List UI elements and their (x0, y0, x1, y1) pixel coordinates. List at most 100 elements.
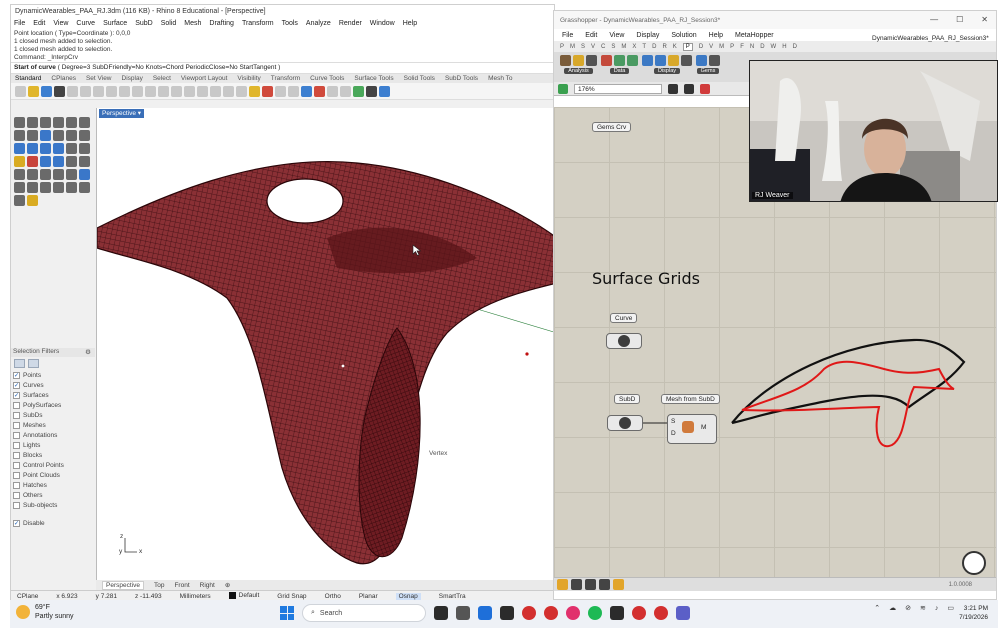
category-tab[interactable]: M (570, 44, 575, 50)
acrobat-icon[interactable] (632, 606, 646, 620)
gh-menu-help[interactable]: Help (709, 32, 723, 39)
disable-icon[interactable] (571, 579, 582, 590)
copilot-icon[interactable] (478, 606, 492, 620)
rhino-icon[interactable] (610, 606, 624, 620)
osnap-icon[interactable] (340, 85, 351, 97)
menu-mesh[interactable]: Mesh (184, 20, 201, 27)
menu-render[interactable]: Render (339, 20, 362, 27)
weather-widget[interactable]: 69°F Partly sunny (16, 603, 74, 621)
menu-curve[interactable]: Curve (76, 20, 95, 27)
fillet-icon[interactable] (53, 156, 64, 167)
gh-menu-display[interactable]: Display (636, 32, 659, 39)
array-icon[interactable] (14, 182, 25, 193)
tab-display[interactable]: Display (122, 75, 143, 82)
preview-mode-icon[interactable] (668, 83, 678, 94)
filter-mode-icon[interactable] (14, 359, 25, 368)
status-smarttrack[interactable]: SmartTra (439, 593, 466, 600)
checkbox[interactable]: ✓ (13, 371, 20, 379)
split-icon[interactable] (79, 156, 90, 167)
rectangle-icon[interactable] (14, 130, 25, 141)
mesh-model[interactable] (97, 108, 556, 580)
close-icon[interactable]: ✕ (981, 15, 988, 24)
filter-item[interactable]: SubDs (11, 410, 95, 420)
shaded-icon[interactable] (288, 85, 299, 97)
prompt-options[interactable]: ( Degree=3 SubDFriendly=No Knots=Chord P… (58, 64, 281, 71)
filter-disable[interactable]: ✓ Disable (11, 518, 95, 528)
status-ortho[interactable]: Ortho (325, 593, 341, 600)
display-mode-icon[interactable] (275, 85, 286, 97)
category-tab[interactable]: H (782, 44, 786, 50)
minimize-icon[interactable]: — (930, 15, 938, 24)
gems-tool-icon[interactable] (696, 55, 707, 66)
filter-item[interactable]: Meshes (11, 420, 95, 430)
explode-icon[interactable] (27, 169, 38, 180)
box-icon[interactable] (14, 143, 25, 154)
category-tab[interactable]: D (793, 44, 797, 50)
cloud-icon[interactable]: ☁ (889, 604, 896, 612)
filter-item[interactable]: Blocks (11, 450, 95, 460)
display-tool-icon[interactable] (668, 55, 679, 66)
filter-item[interactable]: Sub-objects (11, 500, 95, 510)
select-icon[interactable] (14, 117, 25, 128)
menu-solid[interactable]: Solid (161, 20, 177, 27)
tab-standard[interactable]: Standard (15, 75, 41, 82)
menu-window[interactable]: Window (370, 20, 395, 27)
viewport-tab-right[interactable]: Right (200, 582, 215, 589)
category-tab[interactable]: V (709, 44, 713, 50)
category-tab[interactable]: D (699, 44, 703, 50)
save-icon[interactable] (41, 85, 52, 97)
checkbox[interactable] (13, 421, 20, 429)
category-tab[interactable]: V (591, 44, 595, 50)
gh-menu-edit[interactable]: Edit (585, 32, 597, 39)
category-tab[interactable]: S (581, 44, 585, 50)
mute-icon[interactable]: ⊘ (905, 604, 911, 612)
filter-item[interactable]: PolySurfaces (11, 400, 95, 410)
surface-icon[interactable] (40, 130, 51, 141)
filter-item[interactable]: ✓ Curves (11, 380, 95, 390)
checkmark-icon[interactable] (66, 182, 77, 193)
status-units[interactable]: Millimeters (180, 593, 211, 600)
status-planar[interactable]: Planar (359, 593, 378, 600)
light-icon[interactable] (249, 85, 260, 97)
tab-visibility[interactable]: Visibility (237, 75, 260, 82)
network-icon[interactable] (79, 143, 90, 154)
viewport-tab-top[interactable]: Top (154, 582, 164, 589)
join-icon[interactable] (14, 169, 25, 180)
menu-analyze[interactable]: Analyze (306, 20, 331, 27)
bulb-icon[interactable] (557, 579, 568, 590)
category-tab[interactable]: X (632, 44, 636, 50)
gumball-icon[interactable] (27, 195, 38, 206)
filter-item[interactable]: Others (11, 490, 95, 500)
category-tab[interactable]: T (642, 44, 646, 50)
checkbox[interactable] (13, 471, 20, 479)
import-icon[interactable] (67, 85, 78, 97)
analyze-icon[interactable] (53, 182, 64, 193)
checkbox[interactable] (13, 491, 20, 499)
chevron-up-icon[interactable]: ⌃ (874, 604, 880, 612)
category-tab[interactable]: K (673, 44, 677, 50)
filter-item[interactable]: Hatches (11, 480, 95, 490)
gh-menu-view[interactable]: View (609, 32, 624, 39)
rendered-icon[interactable] (301, 85, 312, 97)
point-icon[interactable] (27, 117, 38, 128)
checkbox[interactable]: ✓ (13, 519, 20, 527)
menu-edit[interactable]: Edit (33, 20, 45, 27)
pdf-icon[interactable] (654, 606, 668, 620)
bake-icon[interactable] (585, 579, 596, 590)
tab-curve-tools[interactable]: Curve Tools (310, 75, 344, 82)
undo-icon[interactable] (119, 85, 130, 97)
display-tool-icon[interactable] (655, 55, 666, 66)
file-explorer-icon[interactable] (456, 606, 470, 620)
spotify-icon[interactable] (588, 606, 602, 620)
viewport-tab-perspective[interactable]: Perspective (102, 580, 144, 590)
open-file-icon[interactable] (28, 85, 39, 97)
category-tab[interactable]: R (662, 44, 666, 50)
print-icon[interactable] (54, 85, 65, 97)
grasshopper-icon[interactable] (379, 85, 390, 97)
filter-item[interactable]: Point Clouds (11, 470, 95, 480)
add-viewport-icon[interactable]: ⊕ (225, 581, 230, 589)
status-grid-snap[interactable]: Grid Snap (277, 593, 306, 600)
perspective-viewport[interactable]: Perspective ▾ Vertex z y x (96, 108, 556, 580)
filter-item[interactable]: Control Points (11, 460, 95, 470)
zoom-extents-icon[interactable] (184, 85, 195, 97)
